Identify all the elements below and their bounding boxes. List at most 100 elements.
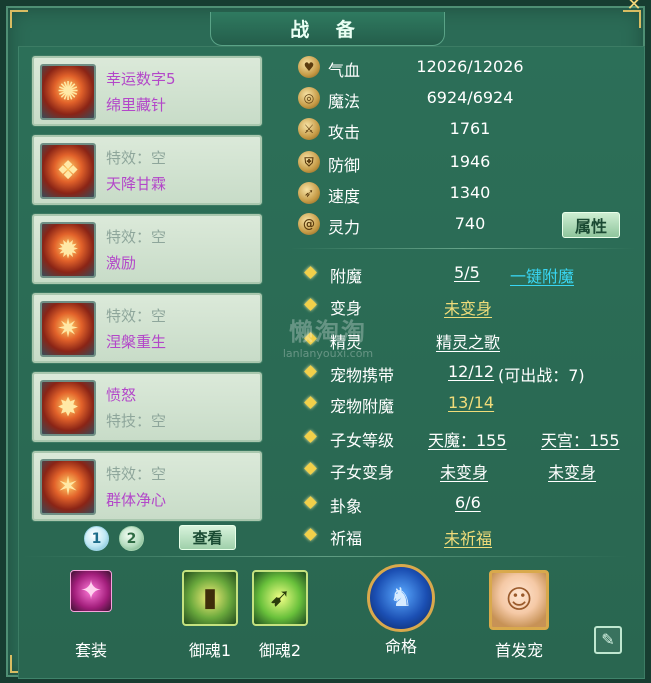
section-divider — [290, 248, 635, 249]
close-icon[interactable]: ✕ — [623, 0, 645, 14]
page-2-button[interactable]: 2 — [119, 526, 144, 551]
bottom-divider — [20, 556, 630, 557]
diamond-bullet-icon — [304, 430, 317, 443]
fire-mask-icon: ✺ — [40, 64, 96, 120]
pet-carry-count[interactable]: 12/12 — [448, 362, 494, 381]
enchant-count[interactable]: 5/5 — [454, 263, 480, 282]
pet-enchant-count[interactable]: 13/14 — [448, 393, 494, 412]
equipment-line1: 愤怒 — [106, 386, 137, 404]
stat-row-mp: ◎ 魔法 6924/6924 — [295, 85, 635, 113]
info-row-pet-carry: 宠物携带 12/12 (可出战：7) — [298, 359, 638, 387]
equipment-line2: 天降甘霖 — [106, 175, 167, 193]
fate-button[interactable]: ♞ 命格 — [365, 564, 437, 657]
child-transform-1[interactable]: 未变身 — [440, 459, 488, 483]
stat-value: 1761 — [449, 119, 491, 138]
diamond-bullet-icon — [304, 396, 317, 409]
wing-armor-icon: ❖ — [40, 143, 96, 199]
info-row-blessing: 祈福 未祈福 — [298, 522, 638, 550]
child-transform-2[interactable]: 未变身 — [548, 459, 596, 483]
equipment-line1: 幸运数字5 — [106, 70, 176, 88]
stat-value: 6924/6924 — [426, 88, 514, 107]
shield-icon: ⛨ — [298, 151, 320, 173]
suit-icon: ✦ — [70, 570, 112, 612]
soul1-label: 御魂1 — [188, 641, 232, 660]
attributes-button[interactable]: 属性 — [562, 212, 620, 238]
child-level-tianmo[interactable]: 天魔：155 — [428, 427, 507, 451]
info-label: 宠物附魔 — [330, 397, 395, 416]
suit-label: 套装 — [74, 641, 107, 660]
info-label: 祈福 — [330, 529, 363, 548]
diamond-bullet-icon — [304, 496, 317, 509]
equipment-line2: 激励 — [106, 254, 137, 272]
mana-swirl-icon: ◎ — [298, 87, 320, 109]
stat-label: 魔法 — [328, 92, 361, 111]
soul-swirl-icon: ➹ — [252, 570, 308, 626]
stat-row-speed: ➶ 速度 1340 — [295, 180, 635, 208]
boot-icon: ➶ — [298, 182, 320, 204]
fire-gauntlet-icon: ✸ — [40, 380, 96, 436]
info-label: 卦象 — [330, 497, 363, 516]
diamond-bullet-icon — [304, 462, 317, 475]
page-selector: 1 2 — [84, 526, 144, 551]
page-1-button[interactable]: 1 — [84, 526, 109, 551]
sword-icon: ⚔ — [298, 118, 320, 140]
lead-pet-label: 首发宠 — [494, 641, 543, 660]
diamond-bullet-icon — [304, 266, 317, 279]
corner-ornament — [10, 10, 28, 28]
blessing-status[interactable]: 未祈福 — [444, 525, 492, 549]
edit-icon[interactable]: ✎ — [594, 626, 622, 654]
info-row-transform: 变身 未变身 — [298, 292, 638, 320]
spirit-name[interactable]: 精灵之歌 — [436, 329, 500, 353]
info-row-enchant: 附魔 5/5 一键附魔 — [298, 260, 638, 288]
info-row-child-level: 子女等级 天魔：155 天宫：155 — [298, 424, 638, 452]
crab-helm-icon: ✷ — [40, 301, 96, 357]
stat-value: 1946 — [449, 152, 491, 171]
info-label: 宠物携带 — [330, 366, 395, 385]
info-label: 子女等级 — [330, 431, 395, 450]
stat-label: 气血 — [328, 61, 361, 80]
suit-button[interactable]: ✦ 套装 — [55, 570, 127, 661]
one-click-enchant-link[interactable]: 一键附魔 — [510, 263, 574, 287]
diamond-bullet-icon — [304, 365, 317, 378]
fate-label: 命格 — [384, 637, 417, 656]
child-level-tiangong[interactable]: 天宫：155 — [541, 427, 620, 451]
equipment-slot[interactable]: ❖ 特效：空 天降甘霖 — [32, 135, 262, 205]
equipment-line2: 特技：空 — [106, 412, 167, 430]
equipment-slot[interactable]: ✹ 特效：空 激励 — [32, 214, 262, 284]
title-bar: 战 备 — [210, 12, 445, 46]
hexagram-count[interactable]: 6/6 — [455, 493, 481, 512]
stat-value: 740 — [454, 214, 486, 233]
diamond-bullet-icon — [304, 332, 317, 345]
stat-value: 1340 — [449, 183, 491, 202]
soul2-button[interactable]: ➹ 御魂2 — [244, 570, 316, 661]
equipment-slot[interactable]: ✷ 特效：空 涅槃重生 — [32, 293, 262, 363]
diamond-bullet-icon — [304, 298, 317, 311]
info-row-hexagram: 卦象 6/6 — [298, 490, 638, 518]
fire-boots-icon: ✶ — [40, 459, 96, 515]
stat-row-hp: ♥ 气血 12026/12026 — [295, 54, 635, 82]
transform-status[interactable]: 未变身 — [444, 295, 492, 319]
equipment-line2: 涅槃重生 — [106, 333, 167, 351]
equipment-line1: 特效：空 — [106, 228, 167, 246]
lead-pet-button[interactable]: ☺ 首发宠 — [483, 570, 555, 661]
equipment-slot[interactable]: ✺ 幸运数字5 绵里藏针 — [32, 56, 262, 126]
info-label: 精灵 — [330, 333, 363, 352]
equipment-line1: 特效：空 — [106, 307, 167, 325]
equipment-slot[interactable]: ✶ 特效：空 群体净心 — [32, 451, 262, 521]
info-label: 子女变身 — [330, 463, 395, 482]
equipment-line2: 群体净心 — [106, 491, 167, 509]
stat-row-attack: ⚔ 攻击 1761 — [295, 116, 635, 144]
stat-label: 防御 — [328, 156, 361, 175]
info-row-pet-enchant: 宠物附魔 13/14 — [298, 390, 638, 418]
view-button[interactable]: 查看 — [179, 525, 236, 550]
soul1-button[interactable]: ▮ 御魂1 — [174, 570, 246, 661]
spirit-swirl-icon: @ — [298, 213, 320, 235]
stat-value: 12026/12026 — [416, 57, 524, 76]
equipment-line2: 绵里藏针 — [106, 96, 167, 114]
info-label: 附魔 — [330, 267, 363, 286]
equipment-slot[interactable]: ✸ 愤怒 特技：空 — [32, 372, 262, 442]
pet-deployable-count: (可出战：7) — [498, 366, 585, 385]
pet-portrait-icon: ☺ — [489, 570, 549, 630]
equipment-line1: 特效：空 — [106, 149, 167, 167]
stat-row-defense: ⛨ 防御 1946 — [295, 149, 635, 177]
